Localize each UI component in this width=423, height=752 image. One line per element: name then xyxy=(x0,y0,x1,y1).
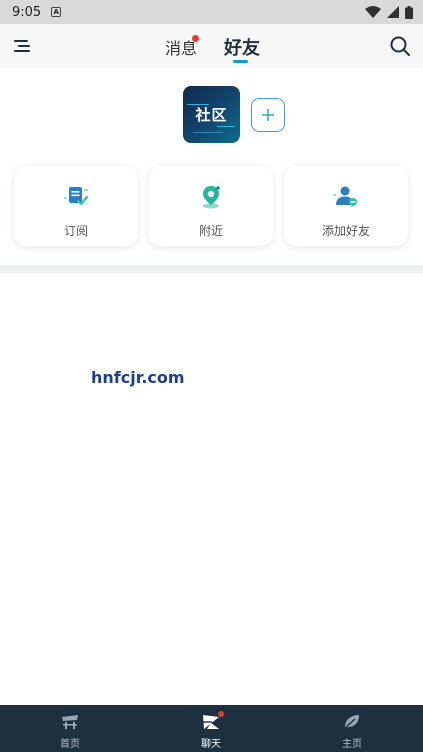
nav-chat[interactable]: 聊天 xyxy=(171,705,251,752)
signal-icon xyxy=(387,6,399,18)
subscribe-card[interactable]: 订阅 xyxy=(14,166,138,246)
top-header: 消息 好友 xyxy=(0,24,423,68)
add-community-button[interactable] xyxy=(251,98,285,132)
subscribe-label: 订阅 xyxy=(63,224,88,238)
status-time: 9:05 xyxy=(12,4,42,20)
wifi-icon xyxy=(365,6,381,18)
chat-badge xyxy=(218,711,224,717)
menu-icon[interactable] xyxy=(12,36,34,56)
logo-decoration xyxy=(217,126,235,127)
nav-chat-label: 聊天 xyxy=(201,739,221,750)
add-friend-icon xyxy=(333,186,357,206)
messages-badge xyxy=(192,35,199,42)
add-friend-label: 添加好友 xyxy=(321,224,370,238)
community-logo[interactable]: 社区 xyxy=(183,86,240,143)
nav-profile-label: 主页 xyxy=(342,739,362,750)
section-divider xyxy=(0,265,423,273)
status-icons xyxy=(365,5,413,19)
status-bar: 9:05 A xyxy=(0,0,423,24)
bottom-nav: 首页 聊天 主页 xyxy=(0,705,423,752)
add-friend-card[interactable]: 添加好友 xyxy=(284,166,408,246)
logo-decoration xyxy=(193,132,223,133)
nearby-label: 附近 xyxy=(198,224,223,238)
profile-icon xyxy=(345,715,359,728)
subscribe-icon xyxy=(64,187,89,206)
active-tab-indicator xyxy=(233,60,248,63)
home-icon xyxy=(62,715,78,729)
community-logo-text: 社区 xyxy=(195,106,228,124)
plus-icon xyxy=(262,109,274,121)
watermark-text: hnfcjr.com xyxy=(91,368,185,387)
notification-icon: A xyxy=(51,7,62,17)
nearby-card[interactable]: 附近 xyxy=(149,166,273,246)
nav-home-label: 首页 xyxy=(60,739,80,750)
tab-friends[interactable]: 好友 xyxy=(224,34,260,60)
location-pin-icon xyxy=(203,186,220,209)
battery-icon xyxy=(405,5,413,19)
nav-home[interactable]: 首页 xyxy=(30,705,110,752)
search-icon[interactable] xyxy=(389,35,411,57)
nav-profile[interactable]: 主页 xyxy=(312,705,392,752)
